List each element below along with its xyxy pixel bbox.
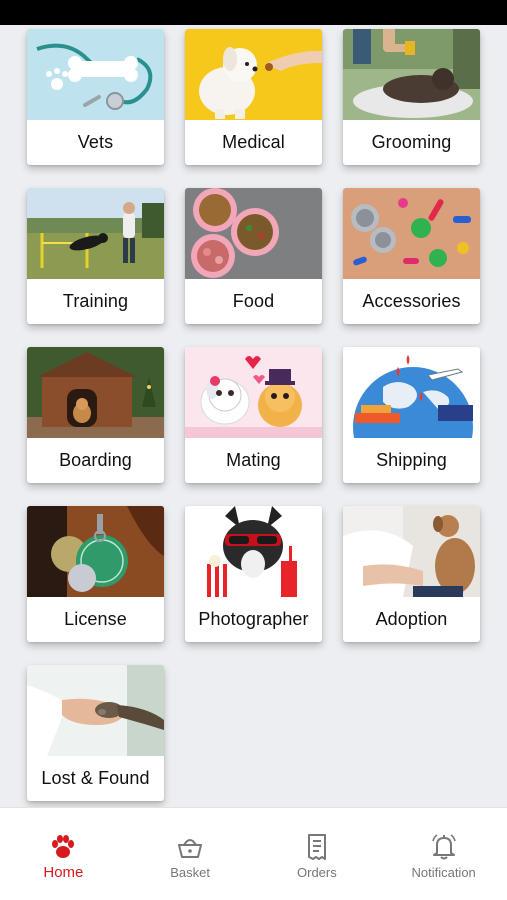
vets-image bbox=[27, 29, 164, 120]
tab-basket[interactable]: Basket bbox=[127, 808, 254, 900]
category-label: Lost & Found bbox=[41, 768, 150, 788]
lost-found-image bbox=[27, 665, 164, 756]
category-card-food[interactable]: Food bbox=[185, 188, 322, 324]
receipt-icon bbox=[307, 834, 326, 860]
category-label: Vets bbox=[77, 132, 114, 152]
category-label: Accessories bbox=[362, 291, 461, 311]
category-card-training[interactable]: Training bbox=[27, 188, 164, 324]
category-card-adoption[interactable]: Adoption bbox=[343, 506, 480, 642]
category-card-mating[interactable]: Mating bbox=[185, 347, 322, 483]
bottom-tab-bar: Home Basket Orders Notification bbox=[0, 807, 507, 900]
grooming-image bbox=[343, 29, 480, 120]
tab-label: Notification bbox=[411, 865, 476, 880]
accessories-image bbox=[343, 188, 480, 279]
category-card-vets[interactable]: Vets bbox=[27, 29, 164, 165]
tab-label: Orders bbox=[297, 865, 337, 880]
category-label: Food bbox=[232, 291, 275, 311]
status-bar bbox=[0, 0, 507, 25]
category-card-license[interactable]: License bbox=[27, 506, 164, 642]
category-card-accessories[interactable]: Accessories bbox=[343, 188, 480, 324]
tab-label: Home bbox=[43, 864, 84, 881]
training-image bbox=[27, 188, 164, 279]
medical-image bbox=[185, 29, 322, 120]
category-grid: Vets Medical Grooming Training Food Acce… bbox=[27, 29, 480, 801]
category-label: Mating bbox=[226, 450, 281, 470]
shipping-image bbox=[343, 347, 480, 438]
category-label: Grooming bbox=[371, 132, 452, 152]
mating-image bbox=[185, 347, 322, 438]
category-grid-container: Vets Medical Grooming Training Food Acce… bbox=[0, 25, 507, 807]
category-label: Boarding bbox=[59, 450, 132, 470]
category-card-lost-found[interactable]: Lost & Found bbox=[27, 665, 164, 801]
tab-orders[interactable]: Orders bbox=[254, 808, 381, 900]
boarding-image bbox=[27, 347, 164, 438]
tab-notification[interactable]: Notification bbox=[380, 808, 507, 900]
license-image bbox=[27, 506, 164, 597]
category-card-medical[interactable]: Medical bbox=[185, 29, 322, 165]
tab-label: Basket bbox=[170, 865, 210, 880]
category-label: Shipping bbox=[376, 450, 447, 470]
adoption-image bbox=[343, 506, 480, 597]
food-image bbox=[185, 188, 322, 279]
category-card-photographer[interactable]: Photographer bbox=[185, 506, 322, 642]
category-label: License bbox=[64, 609, 127, 629]
tab-home[interactable]: Home bbox=[0, 808, 127, 900]
category-card-grooming[interactable]: Grooming bbox=[343, 29, 480, 165]
category-card-shipping[interactable]: Shipping bbox=[343, 347, 480, 483]
basket-icon bbox=[178, 839, 203, 858]
bell-icon bbox=[431, 834, 456, 860]
paw-icon bbox=[52, 835, 75, 858]
category-label: Photographer bbox=[198, 609, 309, 629]
photographer-image bbox=[185, 506, 322, 597]
category-label: Medical bbox=[222, 132, 285, 152]
category-label: Adoption bbox=[375, 609, 448, 629]
category-card-boarding[interactable]: Boarding bbox=[27, 347, 164, 483]
category-label: Training bbox=[62, 291, 129, 311]
